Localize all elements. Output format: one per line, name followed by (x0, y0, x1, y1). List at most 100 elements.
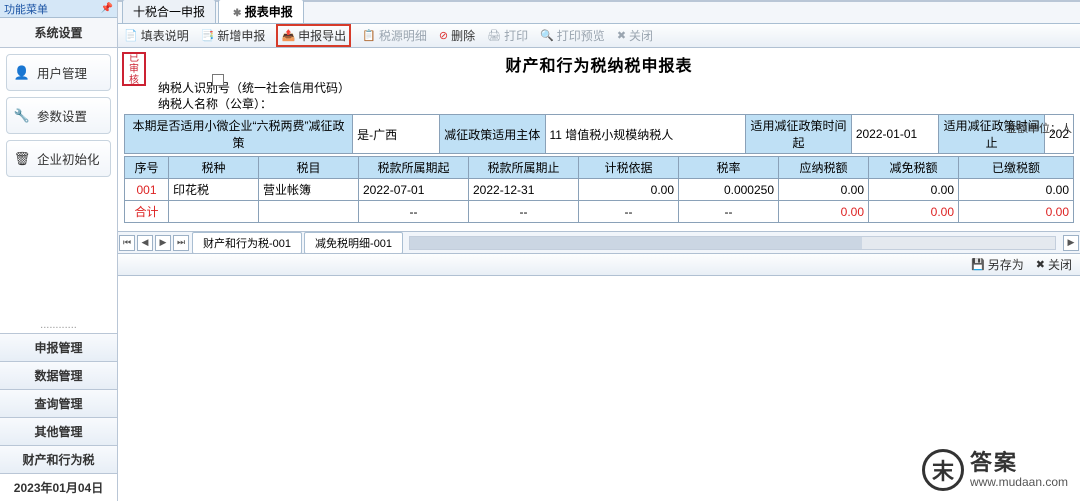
table-row[interactable]: 001 印花税 营业帐簿 2022-07-01 2022-12-31 0.00 … (125, 179, 1074, 201)
col-tax: 税种 (169, 157, 259, 179)
policy-label: 本期是否适用小微企业“六税两费”减征政策 (125, 115, 353, 154)
policy-value[interactable]: 是-广西 (353, 115, 440, 154)
inner-tab-first-icon[interactable]: ⏮ (119, 235, 135, 251)
sidebar-header: 功能菜单 📌 (0, 0, 117, 18)
table-total-row: 合计 -- -- -- -- 0.00 0.00 0.00 (125, 201, 1074, 223)
toolbar-print: 🖨打印 (487, 27, 528, 44)
cell-to: 2022-12-31 (469, 179, 579, 201)
close-icon[interactable]: ✱ (233, 8, 241, 19)
tax-table: 序号 税种 税目 税款所属期起 税款所属期止 计税依据 税率 应纳税额 减免税额… (124, 156, 1074, 223)
new-icon: 📑 (201, 29, 215, 42)
form-title: 财产和行为税纳税申报表 (118, 48, 1080, 78)
sidebar-link-declare-manage[interactable]: 申报管理 (0, 333, 117, 361)
horizontal-scrollbar[interactable] (409, 236, 1056, 250)
sidebar-link-property-behavior-tax[interactable]: 财产和行为税 (0, 445, 117, 473)
cursor-icon (212, 74, 224, 86)
toolbar-tax-source-detail: 📋税源明细 (362, 27, 427, 44)
inner-tab-relief-detail[interactable]: 减免税明细-001 (304, 232, 403, 254)
sidebar-link-query-manage[interactable]: 查询管理 (0, 389, 117, 417)
total-rate: -- (679, 201, 779, 223)
print-icon: 🖨 (487, 29, 501, 42)
delete-icon: ⊘ (439, 29, 448, 42)
unit-label: 金额单位：人 (1006, 120, 1072, 136)
total-dash: -- (469, 201, 579, 223)
inner-tab-property[interactable]: 财产和行为税-001 (192, 232, 302, 254)
preview-icon: 🔍 (540, 29, 554, 42)
inner-tabs: ⏮ ◀ ▶ ⏭ 财产和行为税-001 减免税明细-001 ▶ (118, 231, 1080, 253)
cell-from: 2022-07-01 (359, 179, 469, 201)
col-due: 应纳税额 (779, 157, 869, 179)
toolbar-delete[interactable]: ⊘删除 (439, 27, 475, 44)
cell-relief: 0.00 (869, 179, 959, 201)
pin-icon[interactable]: 📌 (101, 3, 113, 14)
inner-tab-prev-icon[interactable]: ◀ (137, 235, 153, 251)
toolbar-export-declare[interactable]: 📤申报导出 (277, 25, 350, 46)
toolbar-print-preview: 🔍打印预览 (540, 27, 605, 44)
total-dash: -- (359, 201, 469, 223)
policy-start-value[interactable]: 2022-01-01 (851, 115, 939, 154)
toolbar-fill-instructions[interactable]: 📄填表说明 (124, 27, 189, 44)
total-relief: 0.00 (869, 201, 959, 223)
trash-icon: 🗑 (13, 150, 31, 168)
subject-value[interactable]: 11 增值税小规模纳税人 (545, 115, 746, 154)
user-icon: 👤 (13, 64, 31, 82)
subject-label: 减征政策适用主体 (439, 115, 545, 154)
total-base: -- (579, 201, 679, 223)
export-icon: 📤 (281, 29, 295, 42)
sidebar-date: 2023年01月04日 (0, 473, 117, 501)
main-tabs: 十税合一申报 ✱ 报表申报 (118, 2, 1080, 24)
total-label: 合计 (125, 201, 169, 223)
toolbar: 📄填表说明 📑新增申报 📤申报导出 📋税源明细 ⊘删除 🖨打印 🔍打印预览 ✖关… (118, 24, 1080, 48)
save-icon: 💾 (971, 258, 985, 271)
tab-ten-tax[interactable]: 十税合一申报 (122, 0, 216, 23)
doc-icon: 📄 (124, 29, 138, 42)
col-from: 税款所属期起 (359, 157, 469, 179)
col-to: 税款所属期止 (469, 157, 579, 179)
col-no: 序号 (125, 157, 169, 179)
sidebar-item-label: 企业初始化 (37, 149, 100, 168)
cell-rate: 0.000250 (679, 179, 779, 201)
sidebar-title: 功能菜单 (4, 1, 48, 17)
tab-label: 报表申报 (245, 5, 293, 19)
watermark: 末 答案 www.mudaan.com (922, 449, 1068, 491)
wrench-icon: 🔧 (13, 107, 31, 125)
inner-tab-next-icon[interactable]: ▶ (155, 235, 171, 251)
toolbar-close: ✖关闭 (617, 27, 653, 44)
policy-start-label: 适用减征政策时间起 (746, 115, 852, 154)
taxpayer-name-label: 纳税人名称（公章）： (158, 96, 272, 112)
col-rate: 税率 (679, 157, 779, 179)
table-header-row: 序号 税种 税目 税款所属期起 税款所属期止 计税依据 税率 应纳税额 减免税额… (125, 157, 1074, 179)
toolbar-new-declare[interactable]: 📑新增申报 (201, 27, 266, 44)
close-button[interactable]: ✖关闭 (1036, 256, 1072, 273)
sidebar-group-system[interactable]: 系统设置 (0, 18, 117, 48)
tab-report-declare[interactable]: ✱ 报表申报 (218, 0, 304, 23)
watermark-logo-icon: 末 (922, 449, 964, 491)
col-base: 计税依据 (579, 157, 679, 179)
tab-label: 十税合一申报 (133, 5, 205, 19)
sidebar: 功能菜单 📌 系统设置 👤 用户管理 🔧 参数设置 🗑 企业初始化 ......… (0, 0, 118, 501)
sidebar-ellipsis: ............ (0, 317, 117, 333)
taxpayer-id-label: 纳税人识别号（统一社会信用代码） (158, 80, 350, 96)
inner-tab-last-icon[interactable]: ⏭ (173, 235, 189, 251)
cell-due: 0.00 (779, 179, 869, 201)
col-relief: 减免税额 (869, 157, 959, 179)
col-paid: 已缴税额 (959, 157, 1074, 179)
list-icon: 📋 (362, 29, 376, 42)
cell-tax: 印花税 (169, 179, 259, 201)
close-icon: ✖ (617, 29, 626, 42)
cell-base: 0.00 (579, 179, 679, 201)
save-as-button[interactable]: 💾另存为 (971, 256, 1024, 273)
cell-no: 001 (125, 179, 169, 201)
sidebar-item-user-manage[interactable]: 👤 用户管理 (6, 54, 111, 91)
inner-scroll-right-icon[interactable]: ▶ (1063, 235, 1079, 251)
taxpayer-id-value (368, 80, 498, 94)
main: 十税合一申报 ✱ 报表申报 📄填表说明 📑新增申报 📤申报导出 📋税源明细 ⊘删… (118, 0, 1080, 501)
sidebar-item-param-settings[interactable]: 🔧 参数设置 (6, 97, 111, 134)
sidebar-link-other-manage[interactable]: 其他管理 (0, 417, 117, 445)
total-paid: 0.00 (959, 201, 1074, 223)
sidebar-item-label: 用户管理 (37, 63, 87, 82)
sidebar-item-label: 参数设置 (37, 106, 87, 125)
sidebar-link-data-manage[interactable]: 数据管理 (0, 361, 117, 389)
cell-item: 营业帐簿 (259, 179, 359, 201)
sidebar-item-enterprise-init[interactable]: 🗑 企业初始化 (6, 140, 111, 177)
